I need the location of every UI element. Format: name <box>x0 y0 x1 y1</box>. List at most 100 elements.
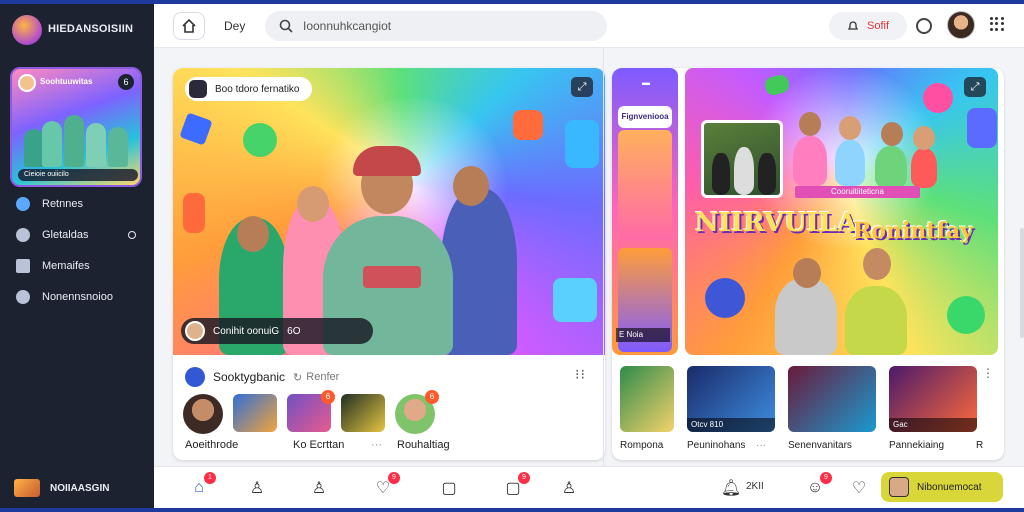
thumbnail-label[interactable]: Senenvanitars <box>788 440 852 451</box>
inset-photo <box>701 120 783 198</box>
thumbnail[interactable]: Otcv 810 <box>687 366 775 432</box>
mini-card-badge-icon[interactable]: 6 <box>118 74 134 90</box>
chip-label: Boo tdoro fernatiko <box>215 83 300 95</box>
sidebar-item-1[interactable]: Retnnes <box>16 197 83 211</box>
alerts-count: 2KII <box>746 481 764 492</box>
thumbnail-label[interactable]: Rompona <box>620 440 663 451</box>
user-avatar[interactable] <box>947 11 975 39</box>
secondary-more-button[interactable]: ⤢ <box>964 77 986 97</box>
thumbnail[interactable] <box>788 366 876 432</box>
channel-row[interactable]: Sooktygbanic ↻ Renfer <box>185 367 339 387</box>
featured-chip[interactable]: Boo tdoro fernatiko <box>185 77 312 101</box>
text-box-icon: ▢ <box>441 480 457 497</box>
emoji-button[interactable]: ☺ 9 <box>804 472 832 499</box>
cta-button[interactable]: Nibonuemocat <box>881 472 1003 502</box>
cta-label: Nibonuemocat <box>917 481 982 493</box>
notification-badge: 1 <box>204 472 216 484</box>
thumbnail-badge: 6 <box>321 390 335 404</box>
nav-account-button[interactable]: ♙ <box>558 477 580 499</box>
secondary-card[interactable]: Fignveniooa E Noia ▬ Cooruitiiteticna NI… <box>612 68 1004 460</box>
thumbnail[interactable]: Gac <box>889 366 977 432</box>
thumbnail[interactable]: 6 <box>287 390 335 432</box>
sidebar-item-label: Gletaldas <box>42 229 89 241</box>
notification-pill[interactable]: Sofif <box>829 12 907 40</box>
nav-text-button[interactable]: ▢ <box>438 477 460 499</box>
thumbnail-label[interactable]: Aoeithrode <box>185 439 238 451</box>
home-icon <box>182 18 196 33</box>
thumbnail[interactable] <box>341 394 385 432</box>
secondary-hero-image[interactable]: Cooruitiiteticna NIIRVUILA Ronintfay ⤢ <box>685 68 998 355</box>
featured-more-button[interactable]: ⤢ <box>571 77 593 97</box>
thumbnail[interactable] <box>620 366 674 432</box>
thumbnail-label[interactable]: Pannekiaing <box>889 440 944 451</box>
secondary-more-icon[interactable]: ⋮ <box>982 366 995 380</box>
app-frame: HIEDANSOISIIN Soohtuuwitas 6 Cieioie oui… <box>0 0 1024 512</box>
sidebar-item-2[interactable]: Gletaldas <box>16 228 88 242</box>
scrollbar[interactable] <box>1020 228 1024 338</box>
featured-card[interactable]: Boo tdoro fernatiko ⤢ Conihit oonuiG 6O … <box>173 68 605 460</box>
featured-caption-bar[interactable]: Conihit oonuiG 6O <box>181 318 373 344</box>
caption-avatar <box>185 321 205 341</box>
notification-badge: 9 <box>518 472 530 484</box>
thumbnail-more-icon[interactable]: ··· <box>756 440 766 451</box>
thumbnail-label[interactable]: Ko Ecrttan <box>293 439 344 451</box>
refresh-icon: ↻ <box>293 371 303 384</box>
divider <box>603 48 604 466</box>
thumbnail-label[interactable]: R <box>976 440 983 451</box>
shield-button[interactable]: ♡ <box>848 477 870 499</box>
sidebar-item-label: Memaifes <box>42 260 90 272</box>
sidebar: HIEDANSOISIIN Soohtuuwitas 6 Cieioie oui… <box>0 4 154 508</box>
search-icon <box>279 19 293 33</box>
caption-text: Conihit oonuiG <box>213 325 280 337</box>
nav-people-button[interactable]: ♙ <box>246 477 268 499</box>
footer-brand: NOIIAASGIN <box>50 482 110 494</box>
search-input[interactable] <box>303 19 583 33</box>
thumbnail-label[interactable]: Rouhaltiag <box>397 439 450 451</box>
channel-name[interactable]: Sooktygbanic <box>213 370 285 384</box>
app-logo[interactable] <box>12 15 42 45</box>
thumbnail-more-icon[interactable]: ··· <box>371 439 382 451</box>
main-feed: Boo tdoro fernatiko ⤢ Conihit oonuiG 6O … <box>154 48 1024 466</box>
nav-create-button[interactable]: ▢ 9 <box>502 472 530 499</box>
footer-logo-icon <box>14 479 40 497</box>
alerts-button[interactable]: 🔔︎ <box>720 477 742 499</box>
thumbnail[interactable] <box>183 394 223 434</box>
day-label[interactable]: Dey <box>224 19 245 33</box>
thumbnail-label[interactable]: Peuninohans <box>687 440 745 451</box>
home-icon: ⌂ <box>194 479 204 496</box>
hero-word-right: Ronintfay <box>853 218 973 244</box>
hero-banner: Cooruitiiteticna <box>795 186 920 198</box>
pill-label: Sofif <box>866 20 889 32</box>
sidebar-item-4[interactable]: Nonennsnoioo <box>16 290 113 304</box>
cta-avatar <box>889 477 909 497</box>
refresh-label: Renfer <box>306 371 340 383</box>
account-icon: ♙ <box>561 480 577 497</box>
nav-likes-button[interactable]: ♡ 9 <box>372 472 400 499</box>
sidebar-item-3[interactable]: Memaifes <box>16 259 90 273</box>
sidebar-footer[interactable]: NOIIAASGIN <box>14 479 109 497</box>
clock-icon[interactable] <box>916 18 932 34</box>
mini-card-caption: Cieioie ouiicilo <box>18 169 138 181</box>
thumbnail-caption: Otcv 810 <box>687 418 775 432</box>
globe-icon <box>16 197 30 211</box>
featured-hero-image[interactable]: Boo tdoro fernatiko ⤢ Conihit oonuiG 6O <box>173 68 605 355</box>
search-bar[interactable] <box>265 11 607 41</box>
nav-home-button[interactable]: ⌂ 1 <box>188 472 216 499</box>
sidebar-live-card[interactable]: Soohtuuwitas 6 Cieioie ouiicilo <box>10 67 142 187</box>
shield-icon: ♡ <box>851 480 867 497</box>
square-icon <box>16 259 30 273</box>
home-button[interactable] <box>173 12 205 40</box>
channel-more-icon[interactable]: ⁝⁝ <box>575 366 586 383</box>
thumbnail-badge: 6 <box>425 390 439 404</box>
refresh-button[interactable]: ↻ Renfer <box>293 371 339 384</box>
thumbnail[interactable]: 6 <box>395 390 439 434</box>
notification-badge: 9 <box>388 472 400 484</box>
top-bar: Dey Sofif <box>154 4 1024 48</box>
nav-profile-button[interactable]: ♙ <box>308 477 330 499</box>
thumbnail[interactable] <box>233 394 277 432</box>
apps-grid-icon[interactable] <box>990 17 1004 31</box>
sidebar-item-label: Retnnes <box>42 198 83 210</box>
side-strip[interactable]: Fignveniooa E Noia ▬ <box>612 68 678 355</box>
notification-badge: 9 <box>820 472 832 484</box>
chat-icon <box>16 228 30 242</box>
